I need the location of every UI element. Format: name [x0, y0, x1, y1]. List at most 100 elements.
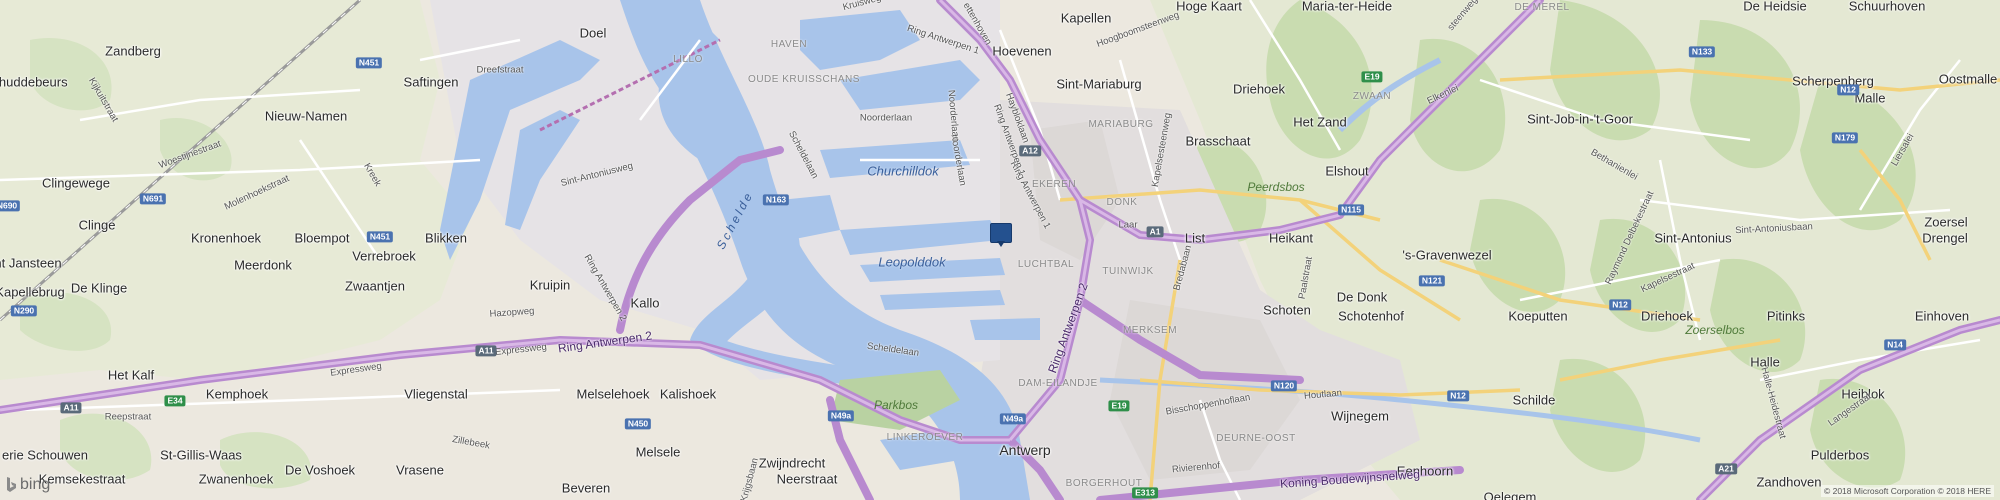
forest-label-zoerselbos: Zoerselbos — [1685, 323, 1745, 337]
bing-logo-text: bing — [20, 476, 51, 493]
pin-tip — [997, 241, 1005, 247]
road-shield-n12-2: N12 — [1609, 299, 1631, 311]
road-shield-a11-left: A11 — [60, 402, 82, 414]
place-kalishoek: Kalishoek — [659, 386, 717, 402]
district-merksem: MERKSEM — [1122, 325, 1178, 336]
road-shield-n121: N121 — [1418, 275, 1446, 287]
place-de-donk: De Donk — [1336, 289, 1388, 305]
place-melselehoek: Melselehoek — [576, 386, 650, 402]
place-zandberg: Zandberg — [105, 43, 161, 59]
location-pin-marker[interactable] — [990, 223, 1012, 247]
place-pulderbos: Pulderbos — [1810, 447, 1870, 463]
road-shield-e19-2: E19 — [1108, 400, 1130, 412]
district-tuinwijk: TUINWIJK — [1102, 266, 1154, 277]
pin-icon — [990, 223, 1012, 243]
place-kruipin: Kruipin — [529, 277, 571, 293]
bing-b-icon — [7, 477, 16, 492]
place-oostmalle: Oostmalle — [1938, 71, 1998, 87]
road-shield-a11-mid: A11 — [475, 345, 497, 357]
bing-logo[interactable]: bing — [6, 476, 50, 494]
road-label-laar: Laar — [1118, 219, 1138, 231]
road-shield-n450: N450 — [624, 418, 652, 430]
place-sint-mariaburg: Sint-Mariaburg — [1056, 76, 1142, 92]
road-label-noorderlaan-1: Noorderlaan — [859, 112, 913, 124]
place-kapellebrug: Kapellebrug — [0, 284, 65, 300]
place-melsele: Melsele — [635, 444, 681, 460]
district-zwaan: ZWAAN — [1352, 91, 1392, 102]
road-shield-n12-3: N12 — [1837, 84, 1859, 96]
place-doel: Doel — [579, 25, 607, 41]
district-mariaburg: MARIABURG — [1088, 119, 1154, 130]
road-shield-n49a-2: N49a — [999, 413, 1027, 425]
road-shield-a21: A21 — [1715, 463, 1737, 475]
forest-label-parkbos: Parkbos — [873, 398, 919, 412]
water-label-churchilldok: Churchilldok — [867, 163, 939, 179]
place-de-voshoek: De Voshoek — [284, 462, 356, 478]
place-de-klinge: De Klinge — [70, 280, 128, 296]
road-shield-n451-mid: N451 — [366, 231, 394, 243]
place-bloempot: Bloempot — [294, 230, 350, 246]
place-clingewege: Clingewege — [42, 175, 110, 191]
place-schuddebeurs: chuddebeurs — [0, 74, 68, 90]
place-schuurhoven: Schuurhoven — [1848, 0, 1926, 14]
place-neerstraat: Neerstraat — [776, 471, 838, 487]
place-heikant: Heikant — [1268, 230, 1314, 246]
place-schotenhof: Schotenhof — [1338, 308, 1404, 324]
place-kemphoek: Kemphoek — [205, 386, 269, 402]
district-donk: DONK — [1106, 197, 1138, 208]
place-het-kalf: Het Kalf — [107, 367, 155, 383]
place-schoten: Schoten — [1263, 302, 1311, 318]
place-schilde: Schilde — [1512, 392, 1556, 408]
district-deurne-oost: DEURNE-OOST — [1216, 433, 1296, 444]
road-shield-n163: N163 — [762, 194, 790, 206]
water-label-leopolddok: Leopolddok — [878, 254, 946, 270]
place-wijnegem: Wijnegem — [1331, 408, 1389, 424]
road-shield-n133: N133 — [1688, 46, 1716, 58]
road-shield-a1: A1 — [1146, 226, 1164, 238]
place-brasschaat: Brasschaat — [1185, 133, 1251, 149]
district-oude-kruisschans: OUDE KRUISSCHANS — [748, 74, 860, 85]
place-driehoek-1: Driehoek — [1232, 81, 1286, 97]
place-zandhoven: Zandhoven — [1756, 474, 1822, 490]
place-elshout: Elshout — [1325, 163, 1369, 179]
road-shield-n12-1: N12 — [1447, 390, 1469, 402]
place-beveren: Beveren — [561, 480, 611, 496]
district-haven: HAVEN — [770, 39, 808, 50]
place-kallo: Kallo — [630, 295, 660, 311]
place-driehoek-2: Driehoek — [1640, 308, 1694, 324]
place-zwaantjen: Zwaantjen — [345, 278, 405, 294]
place-nieuw-namen: Nieuw-Namen — [264, 108, 348, 124]
map-base-layer — [0, 0, 2000, 500]
place-zwijndrecht: Zwijndrecht — [758, 455, 826, 471]
place-hoge-kaart: Hoge Kaart — [1176, 0, 1242, 14]
place-verrebroek: Verrebroek — [352, 248, 416, 264]
road-shield-n691: N691 — [139, 193, 167, 205]
district-de-merel: DE MEREL — [1514, 2, 1570, 13]
road-shield-n115: N115 — [1338, 204, 1364, 216]
map-copyright: © 2018 Microsoft Corporation © 2018 HERE — [1820, 485, 1994, 497]
place-vrasene: Vrasene — [396, 462, 444, 478]
road-shield-n179: N179 — [1831, 132, 1859, 144]
road-shield-n290: N290 — [10, 305, 38, 317]
road-shield-n451-top: N451 — [355, 57, 383, 69]
place-meerdonk: Meerdonk — [234, 257, 292, 273]
place-kronenhoek: Kronenhoek — [190, 230, 262, 246]
place-clinge: Clinge — [78, 217, 116, 233]
place-sint-antonius: Sint-Antonius — [1654, 230, 1732, 246]
map-canvas[interactable]: Churchilldok Leopolddok Schelde Peerdsbo… — [0, 0, 2000, 500]
road-label-dreefstraat: Dreefstraat — [476, 64, 524, 76]
district-lillo: LILLO — [673, 54, 703, 65]
place-s-gravenwezel: 's-Gravenwezel — [1402, 247, 1492, 263]
place-vliegenstal: Vliegenstal — [404, 386, 468, 402]
road-label-reepstraat: Reepstraat — [104, 411, 152, 423]
place-blikken: Blikken — [425, 230, 467, 246]
place-hoevenen: Hoevenen — [992, 43, 1052, 59]
district-luchtbal: LUCHTBAL — [1017, 259, 1075, 270]
forest-label-peerdsbos: Peerdsbos — [1247, 180, 1305, 194]
place-zwanenhoek: Zwanenhoek — [198, 471, 274, 487]
road-shield-n690: N690 — [0, 200, 21, 212]
place-scherpenberg: Scherpenberg — [1792, 73, 1874, 89]
place-nt-janssteen: nt Jansteen — [0, 255, 62, 271]
district-ekeren: EKEREN — [1031, 179, 1077, 190]
road-shield-n14: N14 — [1884, 339, 1906, 351]
